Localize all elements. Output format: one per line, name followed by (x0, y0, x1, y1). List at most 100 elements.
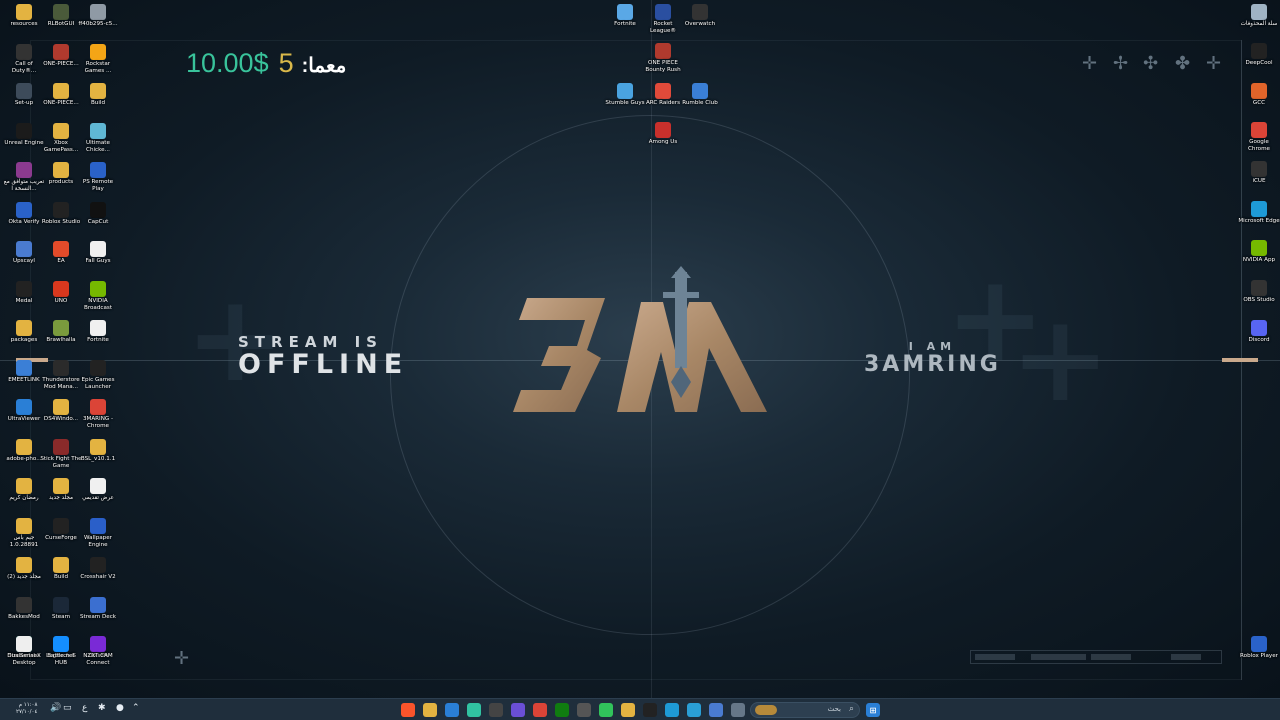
desktop-shortcut[interactable]: UltraViewer (3, 399, 45, 423)
desktop-shortcut[interactable]: جيم باس 1.0.28891 (3, 517, 45, 549)
desktop-shortcut[interactable]: رمضان كريم (3, 478, 45, 502)
capcut-icon[interactable] (643, 703, 657, 717)
desktop-shortcut[interactable]: Set-up (3, 83, 45, 107)
play-icon[interactable] (599, 703, 613, 717)
desktop-shortcut[interactable]: Xbox GamePass... (40, 122, 82, 154)
desktop-shortcut[interactable]: Brawlhalla (40, 320, 82, 344)
desktop-shortcut[interactable]: مجلد جديد (2) (3, 557, 45, 581)
desktop-shortcut[interactable]: resources (3, 4, 45, 28)
desktop-shortcut[interactable]: Epic Games Launcher (77, 359, 119, 391)
desktop-shortcut-label: Fall Guys (85, 258, 111, 264)
desktop-shortcut[interactable]: سلة المحذوفات (1238, 4, 1280, 28)
app-icon[interactable] (467, 703, 481, 717)
keyboard-language-icon[interactable]: ع (82, 703, 87, 713)
desktop-shortcut[interactable]: NVIDIA App (1238, 240, 1280, 264)
taskbar-clock[interactable]: ١١:٠٨ م ٢٧/١٠/٠٤ (16, 702, 37, 716)
desktop-shortcut[interactable]: DualSenseX (3, 636, 45, 660)
desktop-shortcut-label: BakkesMod (8, 613, 40, 620)
desktop-shortcut[interactable]: OBS Studio (1238, 280, 1280, 304)
edge-icon[interactable] (665, 703, 679, 717)
desktop-shortcut[interactable]: adobe-pho... (3, 438, 45, 463)
file-explorer-icon[interactable] (423, 703, 437, 717)
desktop-shortcut[interactable]: ONE PIECE Bounty Rush (642, 43, 684, 74)
start-button[interactable]: ⊞ (866, 703, 880, 717)
desktop-shortcut[interactable]: Fortnite (604, 4, 646, 28)
edge-alt-icon[interactable] (687, 703, 701, 717)
desktop-shortcut[interactable]: NZXT CAM (77, 636, 119, 660)
obs-icon[interactable] (489, 703, 503, 717)
desktop-shortcut[interactable]: 3MARING - Chrome (77, 399, 119, 430)
xbox-icon[interactable] (555, 703, 569, 717)
desktop-shortcut[interactable]: مجلد جديد (40, 478, 82, 502)
desktop-shortcut[interactable]: Among Us (642, 122, 684, 146)
desktop-shortcut[interactable]: Google Chrome (1238, 122, 1280, 153)
desktop-shortcut[interactable]: Thunderstore Mod Mana... (40, 359, 82, 391)
desktop-shortcut[interactable]: Upscayl (3, 241, 45, 265)
desktop-shortcut[interactable]: Medal (3, 280, 45, 305)
volume-icon[interactable]: 🔊 (50, 703, 61, 713)
desktop-shortcut[interactable]: Build (40, 557, 82, 581)
desktop-shortcut[interactable]: Wallpaper Engine (77, 517, 119, 549)
desktop-shortcut[interactable]: CapCut (77, 201, 119, 226)
desktop-shortcut[interactable]: RLBotGUI (40, 4, 82, 28)
desktop-shortcut[interactable]: Fall Guys (77, 241, 119, 265)
desktop-shortcut[interactable]: Crosshair V2 (77, 557, 119, 581)
desktop-shortcut[interactable]: Build (77, 83, 119, 107)
ultraviewer-icon (16, 399, 32, 415)
desktop-shortcut[interactable]: Discord (1238, 320, 1280, 344)
desktop-shortcut[interactable]: ONE-PIECE... (40, 43, 82, 68)
desktop-shortcut[interactable]: ONE-PIECE... (40, 83, 82, 107)
desktop-shortcut[interactable]: Ultimate Chicke... (77, 122, 119, 154)
streamlabs-icon[interactable] (511, 703, 525, 717)
desktop-shortcut[interactable]: Roblox Studio (40, 201, 82, 226)
task-view-icon[interactable] (731, 703, 745, 717)
desktop-shortcut[interactable]: تعريب متوافق مع النسخة ا... (3, 162, 45, 193)
desktop-shortcut[interactable]: Fortnite (77, 320, 119, 344)
desktop-shortcut[interactable]: products (40, 162, 82, 186)
desktop-shortcut[interactable]: Steam (40, 596, 82, 621)
desktop-shortcut[interactable]: Stream Deck (77, 596, 119, 621)
desktop-shortcut[interactable]: DeepCool (1238, 43, 1280, 67)
tray-app-icon[interactable]: ● (116, 703, 124, 713)
desktop-shortcut[interactable]: UNO (40, 280, 82, 305)
chrome-icon[interactable] (533, 703, 547, 717)
desktop-shortcut-label: Rocket League® (649, 21, 677, 34)
desktop-shortcut[interactable]: ARC Raiders (642, 83, 684, 107)
desktop-shortcut[interactable]: DS4Windo... (40, 399, 82, 423)
taskbar-search-box[interactable]: بحث ⌕ (750, 702, 860, 718)
desktop-shortcut[interactable]: ff40b295-c5... (77, 4, 119, 28)
desktop-shortcut[interactable]: Rocket League® (642, 4, 684, 35)
photos-icon[interactable] (709, 703, 723, 717)
desktop-shortcut[interactable]: packages (3, 320, 45, 344)
windows-store-icon[interactable] (445, 703, 459, 717)
desktop-shortcut-label: PS Remote Play (82, 179, 114, 192)
desktop-shortcut[interactable]: GCC (1238, 83, 1280, 107)
desktop-shortcut[interactable]: EA (40, 241, 82, 265)
network-icon[interactable]: ▭ (63, 703, 72, 713)
desktop-shortcut[interactable]: EMEETLINK (3, 359, 45, 384)
wallpaper-crosshair-icon: ✢ (1113, 53, 1129, 74)
brave-icon[interactable] (401, 703, 415, 717)
desktop-shortcut[interactable]: PS Remote Play (77, 162, 119, 193)
desktop-shortcut[interactable]: Rockstar Games ... (77, 43, 119, 75)
desktop-shortcut[interactable]: Stumble Guys (604, 83, 646, 107)
desktop-shortcut[interactable]: Stick Fight The Game (40, 438, 82, 470)
desktop-shortcut[interactable]: Roblox Player (1238, 636, 1280, 660)
folder-icon[interactable] (621, 703, 635, 717)
desktop-shortcut[interactable]: عرض تقديمي (77, 478, 119, 502)
desktop-shortcut[interactable]: Call of Duty®... (3, 43, 45, 75)
capture-icon[interactable] (577, 703, 591, 717)
bluetooth-icon[interactable]: ✱ (98, 703, 106, 713)
desktop-shortcut[interactable]: BSL_v10.1.1 (77, 438, 119, 463)
desktop-shortcut[interactable]: iCUE (1238, 161, 1280, 185)
desktop-shortcut[interactable]: Battle.net (40, 636, 82, 660)
desktop-shortcut[interactable]: Microsoft Edge (1238, 201, 1280, 225)
chevron-up-icon[interactable]: ⌃ (132, 703, 140, 713)
desktop-shortcut[interactable]: Unreal Engine (3, 122, 45, 147)
desktop-shortcut[interactable]: Okta Verify (3, 201, 45, 226)
desktop-shortcut[interactable]: NVIDIA Broadcast (77, 280, 119, 312)
desktop-shortcut[interactable]: Rumble Club (679, 83, 721, 107)
desktop-shortcut[interactable]: CurseForge (40, 517, 82, 542)
desktop-shortcut[interactable]: BakkesMod (3, 596, 45, 621)
desktop-shortcut[interactable]: Overwatch (679, 4, 721, 28)
